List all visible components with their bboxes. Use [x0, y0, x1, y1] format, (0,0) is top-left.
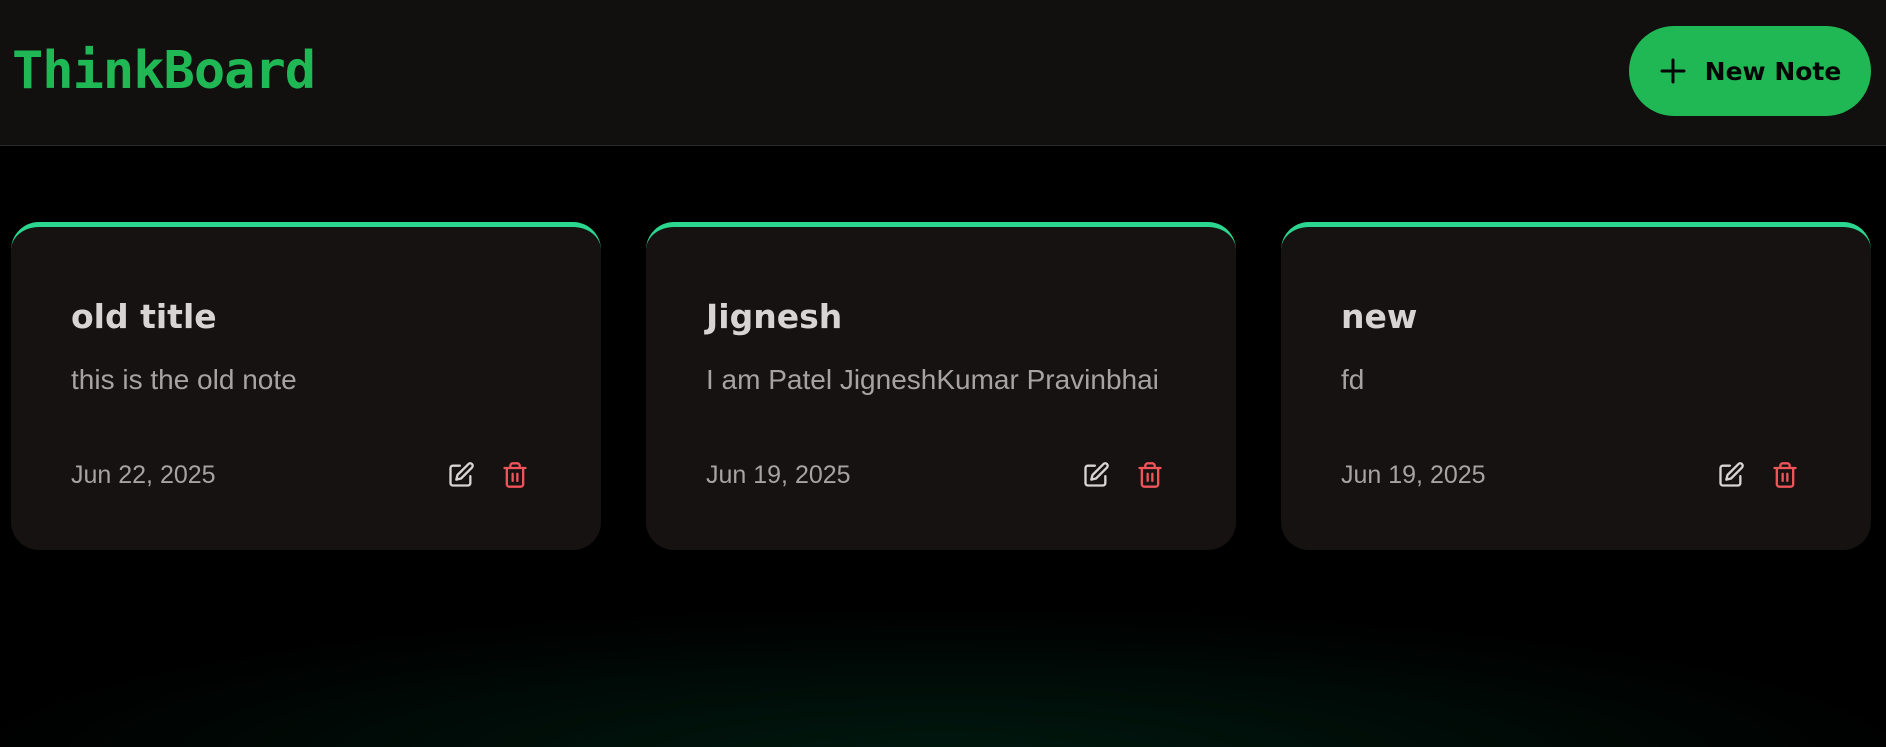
- new-note-label: New Note: [1704, 56, 1842, 86]
- trash-icon: [503, 462, 527, 488]
- note-card[interactable]: new fd Jun 19, 2025: [1281, 222, 1871, 550]
- note-title: old title: [71, 297, 217, 336]
- edit-icon: [1719, 462, 1744, 487]
- edit-icon: [1084, 462, 1109, 487]
- edit-button[interactable]: [445, 459, 477, 491]
- note-content: this is the old note: [71, 364, 297, 395]
- note-date: Jun 22, 2025: [71, 460, 216, 489]
- note-card[interactable]: Jignesh I am Patel JigneshKumar Pravinbh…: [646, 222, 1236, 550]
- notes-grid: old title this is the old note Jun 22, 2…: [11, 222, 1871, 550]
- note-footer: Jun 19, 2025: [1341, 455, 1801, 495]
- note-footer: Jun 22, 2025: [71, 455, 531, 495]
- note-card[interactable]: old title this is the old note Jun 22, 2…: [11, 222, 601, 550]
- note-date: Jun 19, 2025: [706, 460, 851, 489]
- delete-button[interactable]: [1769, 459, 1801, 491]
- note-content: fd: [1341, 364, 1365, 395]
- page: ThinkBoard New Note old title this is th…: [0, 0, 1886, 747]
- delete-button[interactable]: [1134, 459, 1166, 491]
- trash-icon: [1138, 462, 1162, 488]
- note-actions: [1715, 459, 1801, 491]
- edit-button[interactable]: [1715, 459, 1747, 491]
- note-actions: [1080, 459, 1166, 491]
- edit-icon: [449, 462, 474, 487]
- note-actions: [445, 459, 531, 491]
- note-date: Jun 19, 2025: [1341, 460, 1486, 489]
- edit-button[interactable]: [1080, 459, 1112, 491]
- trash-icon: [1773, 462, 1797, 488]
- plus-icon: [1659, 57, 1687, 85]
- new-note-button[interactable]: New Note: [1629, 26, 1871, 116]
- note-content: I am Patel JigneshKumar Pravinbhai: [706, 364, 1159, 395]
- note-title: Jignesh: [706, 297, 843, 336]
- note-title: new: [1341, 297, 1418, 336]
- note-footer: Jun 19, 2025: [706, 455, 1166, 495]
- delete-button[interactable]: [499, 459, 531, 491]
- navbar: ThinkBoard New Note: [0, 0, 1886, 146]
- app-logo[interactable]: ThinkBoard: [12, 40, 316, 102]
